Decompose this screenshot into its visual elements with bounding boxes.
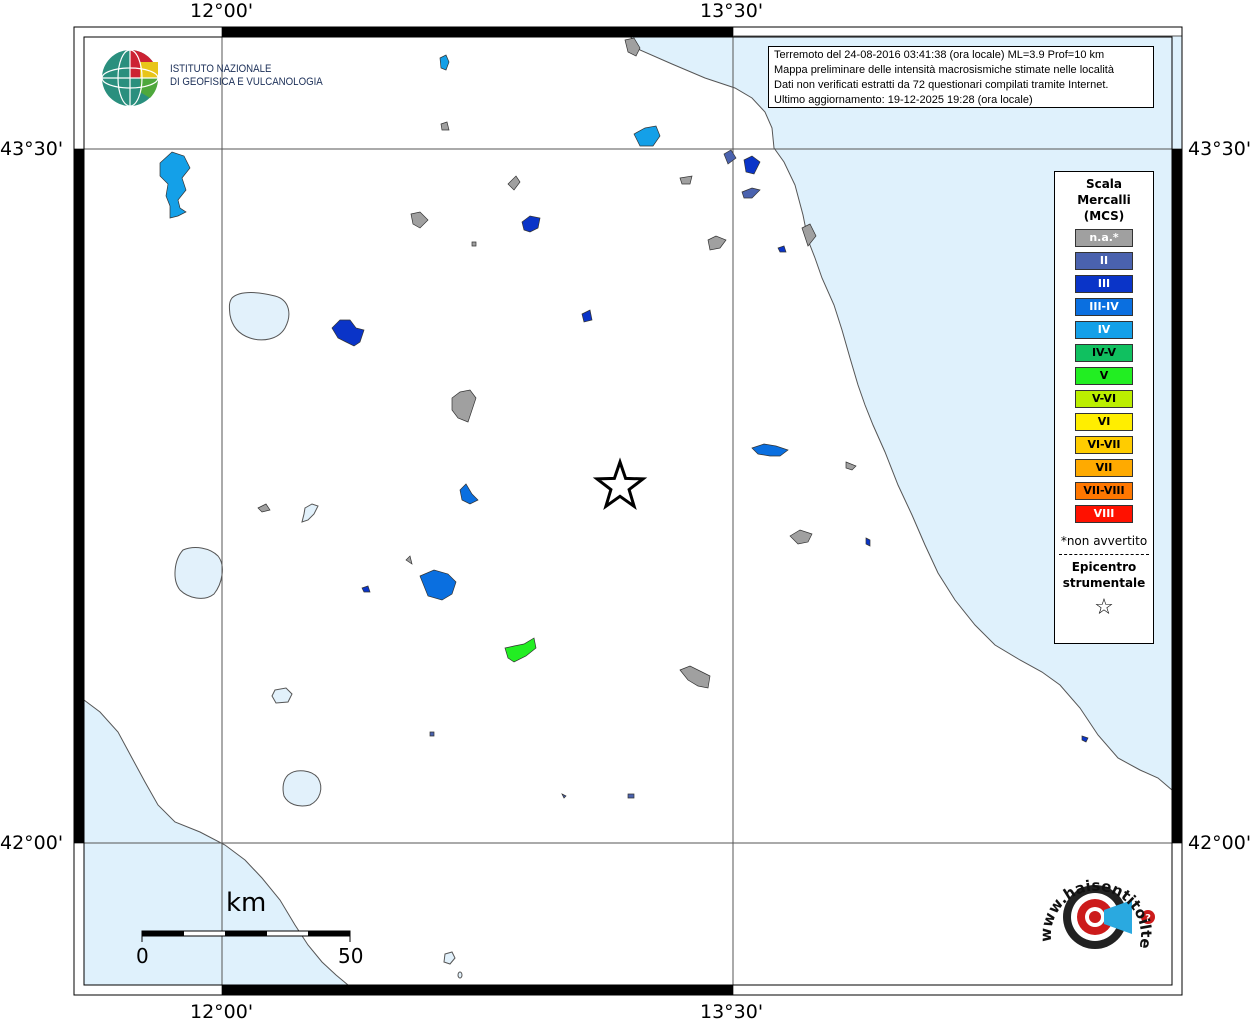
comune-grey-laquila <box>679 665 711 689</box>
comune-iii-perugia <box>331 319 365 347</box>
legend-swatch: VI-VII <box>1075 436 1133 454</box>
lake-bracciano <box>282 770 322 807</box>
comune-grey <box>405 555 413 565</box>
info-line-1: Terremoto del 24-08-2016 03:41:38 (ora l… <box>774 49 1105 61</box>
legend-title-1: Scala <box>1085 177 1123 191</box>
legend-swatch: IV <box>1075 321 1133 339</box>
legend-swatch: V <box>1075 367 1133 385</box>
epicenter-star-marker <box>592 457 648 511</box>
lon-label-bottom-1: 12°00' <box>190 1001 254 1023</box>
legend-swatch: VII <box>1075 459 1133 477</box>
comune-grey <box>257 503 271 513</box>
comune-ii <box>741 187 761 199</box>
comune-grey <box>679 175 693 185</box>
comune-iii <box>777 245 787 253</box>
scale-unit-label: km <box>226 888 267 918</box>
legend-title-2: Mercalli <box>1077 193 1131 207</box>
legend-swatch: V-VI <box>1075 390 1133 408</box>
lon-label-bottom-2: 13°30' <box>700 1001 764 1023</box>
lake-trasimeno <box>228 292 290 341</box>
legend-title: Scala Mercalli (MCS) <box>1055 176 1153 224</box>
comune-ii <box>429 731 435 737</box>
comune-iii-iv <box>751 443 789 457</box>
legend-separator <box>1059 554 1149 555</box>
comune-grey <box>845 461 857 471</box>
legend-swatch: III-IV <box>1075 298 1133 316</box>
lake-vico <box>271 687 293 704</box>
lake-bolsena <box>174 547 223 599</box>
scale-end-label: 50 <box>338 944 364 968</box>
comune-iii-iv-terni <box>419 569 457 601</box>
legend-epicenter-2: strumentale <box>1062 576 1146 590</box>
info-line-2: Mappa preliminare delle intensità macros… <box>774 64 1114 76</box>
comune-grey <box>410 211 429 229</box>
lake-albano <box>443 951 456 965</box>
ingv-logo-icon <box>101 49 159 107</box>
lat-label-right-1: 43°30' <box>1188 138 1252 160</box>
mercalli-legend: Scala Mercalli (MCS) n.a.* II III III-IV IV I… <box>1054 171 1154 644</box>
lake-piediluco <box>301 503 319 523</box>
comune-iii <box>865 537 871 547</box>
legend-star-icon: ☆ <box>1094 595 1114 620</box>
lat-label-right-2: 42°00' <box>1188 832 1252 854</box>
lon-label-top-1: 12°00' <box>190 0 254 22</box>
legend-swatch: n.a.* <box>1075 229 1133 247</box>
comune-grey <box>471 241 477 247</box>
comune-iii <box>581 309 593 323</box>
legend-epicenter-label: Epicentro strumentale <box>1055 559 1153 591</box>
comune-iii-iv <box>459 483 479 505</box>
legend-swatch: VI <box>1075 413 1133 431</box>
comune-grey-foligno <box>451 389 477 423</box>
ingv-line-1: ISTITUTO NAZIONALE <box>170 63 272 75</box>
earthquake-info-box: Terremoto del 24-08-2016 03:41:38 (ora l… <box>768 46 1154 108</box>
info-line-3: Dati non verificati estratti da 72 quest… <box>774 79 1109 91</box>
info-line-4: Ultimo aggiornamento: 19-12-2025 19:28 (… <box>774 94 1033 106</box>
comune-iii <box>361 585 371 593</box>
comune-iv <box>439 54 450 71</box>
ingv-institute-name: ISTITUTO NAZIONALE DI GEOFISICA E VULCAN… <box>170 63 323 89</box>
comune-grey <box>707 235 727 251</box>
legend-swatch: III <box>1075 275 1133 293</box>
ingv-line-2: DI GEOFISICA E VULCANOLOGIA <box>170 76 323 88</box>
lake-nemi <box>457 971 463 979</box>
legend-title-3: (MCS) <box>1083 209 1125 223</box>
legend-note: *non avvertito <box>1060 534 1148 548</box>
comune-ii <box>561 793 567 799</box>
comune-iv-large <box>159 151 191 219</box>
legend-swatch: VII-VIII <box>1075 482 1133 500</box>
lat-label-left-2: 42°00' <box>0 832 64 854</box>
legend-swatch: IV-V <box>1075 344 1133 362</box>
scale-start-label: 0 <box>136 944 149 968</box>
comune-v <box>504 637 537 663</box>
comune-iii <box>521 215 541 233</box>
legend-swatch: II <box>1075 252 1133 270</box>
legend-swatches: n.a.* II III III-IV IV IV-V V V-VI VI VI-VII VII VI… <box>1055 229 1153 523</box>
lon-label-top-2: 13°30' <box>700 0 764 22</box>
legend-epicenter-1: Epicentro <box>1071 560 1137 574</box>
comune-iii <box>1081 735 1089 743</box>
lat-label-left-1: 43°30' <box>0 138 64 160</box>
comune-grey <box>440 121 450 131</box>
comune-iv <box>633 125 661 147</box>
comune-ii <box>627 793 635 799</box>
comune-grey <box>507 175 521 191</box>
comune-ii <box>723 149 737 165</box>
legend-swatch: VIII <box>1075 505 1133 523</box>
comune-grey <box>789 529 813 545</box>
comune-iii <box>743 155 761 175</box>
